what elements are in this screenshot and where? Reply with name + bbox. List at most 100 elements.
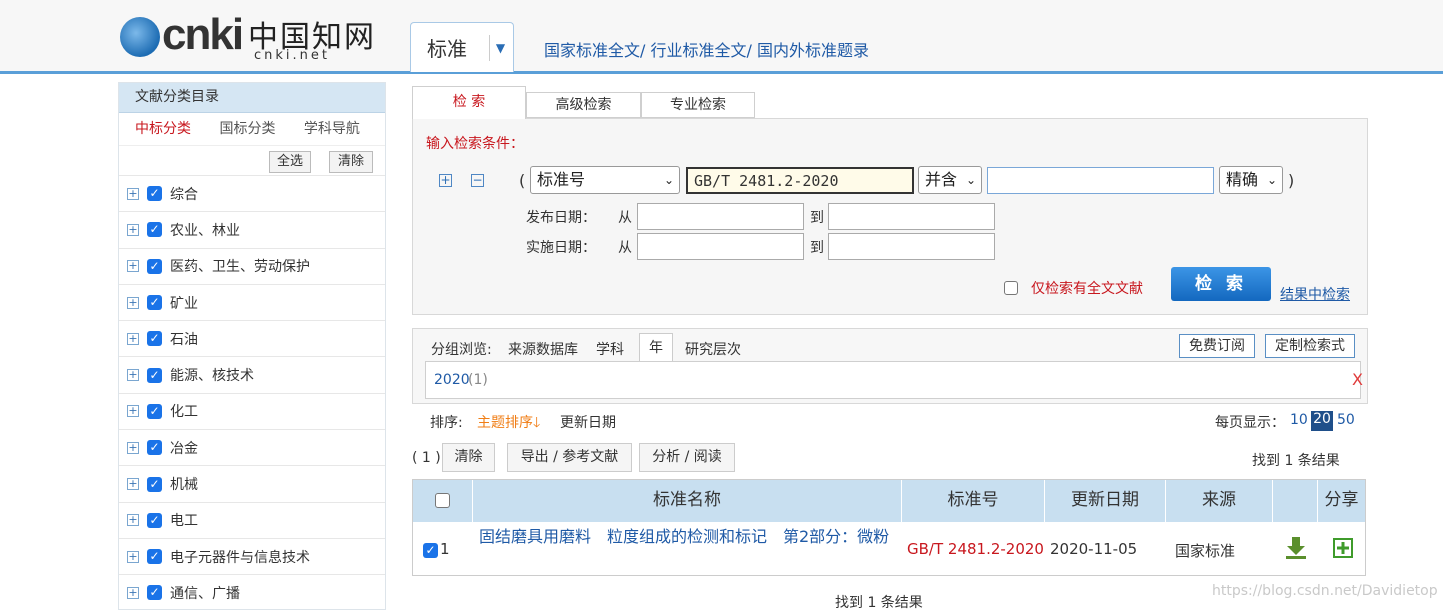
open-paren: ( — [519, 171, 526, 190]
download-icon[interactable] — [1285, 536, 1307, 590]
category-checkbox[interactable]: ✓ — [147, 403, 162, 419]
category-checkbox[interactable]: ✓ — [147, 512, 162, 528]
export-button[interactable]: 导出 / 参考文献 — [507, 443, 632, 472]
tab-zhongbiao[interactable]: 中标分类 — [135, 121, 191, 137]
field-select[interactable]: 标准号 ⌄ — [530, 166, 680, 194]
group-source-db[interactable]: 来源数据库 — [508, 339, 578, 359]
clear-selection-button[interactable]: 清除 — [329, 151, 373, 173]
match-select[interactable]: 精确 ⌄ — [1219, 166, 1283, 194]
category-checkbox[interactable]: ✓ — [147, 186, 162, 202]
impl-date-to-input[interactable] — [828, 233, 995, 260]
row-number: GB/T 2481.2-2020 — [907, 540, 1044, 558]
category-checkbox[interactable]: ✓ — [147, 331, 162, 347]
free-subscribe-button[interactable]: 免费订阅 — [1179, 334, 1255, 358]
category-label: 石油 — [170, 331, 198, 348]
category-item[interactable]: + ✓ 农业、林业 — [119, 211, 385, 247]
selected-count: ( 1 ) — [412, 450, 441, 466]
remove-row-icon[interactable]: − — [471, 174, 484, 187]
add-row-icon[interactable]: + — [439, 174, 452, 187]
cnki-logo[interactable]: cnki 中国知网 cnki.net — [120, 6, 380, 66]
category-item[interactable]: + ✓ 石油 — [119, 320, 385, 356]
logo-text: cnki — [162, 10, 244, 59]
chevron-down-icon: ⌄ — [663, 173, 674, 187]
category-item[interactable]: + ✓ 医药、卫生、劳动保护 — [119, 247, 385, 284]
category-checkbox[interactable]: ✓ — [147, 549, 162, 565]
category-label: 农业、林业 — [170, 222, 240, 239]
category-item[interactable]: + ✓ 能源、核技术 — [119, 356, 385, 392]
expand-icon[interactable]: + — [127, 478, 139, 491]
category-item[interactable]: + ✓ 电子元器件与信息技术 — [119, 537, 385, 574]
category-item[interactable]: + ✓ 化工 — [119, 392, 385, 429]
category-item[interactable]: + ✓ 冶金 — [119, 429, 385, 465]
chevron-down-icon[interactable]: ▼ — [489, 35, 511, 61]
tab-subject-nav[interactable]: 学科导航 — [304, 121, 360, 137]
close-icon[interactable]: X — [1352, 370, 1363, 389]
category-item[interactable]: + ✓ 机械 — [119, 465, 385, 501]
second-keyword-input[interactable] — [987, 167, 1214, 194]
sort-label: 排序: — [430, 415, 463, 431]
fulltext-only-label: 仅检索有全文文献 — [1031, 281, 1143, 297]
analyze-button[interactable]: 分析 / 阅读 — [639, 443, 735, 472]
custom-query-button[interactable]: 定制检索式 — [1265, 334, 1355, 358]
category-label: 综合 — [170, 186, 198, 203]
search-button[interactable]: 检 索 — [1171, 267, 1271, 301]
group-subject[interactable]: 学科 — [596, 339, 624, 359]
tab-advanced-search[interactable]: 高级检索 — [526, 92, 641, 118]
impl-date-label: 实施日期： — [526, 240, 596, 256]
expand-icon[interactable]: + — [127, 332, 139, 345]
expand-icon[interactable]: + — [127, 223, 139, 236]
per-page-10[interactable]: 10 — [1290, 412, 1308, 428]
category-checkbox[interactable]: ✓ — [147, 222, 162, 238]
tab-expert-search[interactable]: 专业检索 — [641, 92, 755, 118]
category-checkbox[interactable]: ✓ — [147, 295, 162, 311]
database-select[interactable]: 标准 ▼ — [410, 22, 514, 72]
category-checkbox[interactable]: ✓ — [147, 367, 162, 383]
search-keyword-input[interactable]: GB/T 2481.2-2020 — [686, 167, 914, 194]
sort-by-date[interactable]: 更新日期 — [560, 412, 616, 432]
impl-to-label: 到 — [810, 240, 824, 256]
tab-guobiao[interactable]: 国标分类 — [219, 121, 275, 137]
category-checkbox[interactable]: ✓ — [147, 440, 162, 456]
category-checkbox[interactable]: ✓ — [147, 258, 162, 274]
category-checkbox[interactable]: ✓ — [147, 476, 162, 492]
year-value[interactable]: 2020 — [434, 372, 470, 388]
per-page-20[interactable]: 20 — [1311, 411, 1333, 431]
row-date: 2020-11-05 — [1050, 540, 1138, 558]
group-label: 分组浏览: — [431, 342, 492, 358]
logic-select[interactable]: 并含 ⌄ — [918, 166, 982, 194]
fulltext-only-checkbox[interactable] — [1004, 281, 1018, 295]
category-label: 冶金 — [170, 440, 198, 457]
sidebar-title: 文献分类目录 — [119, 83, 385, 113]
clear-button[interactable]: 清除 — [442, 443, 495, 472]
per-page-50[interactable]: 50 — [1337, 412, 1355, 428]
row-title-link[interactable]: 固结磨具用磨料 粒度组成的检测和标记 第2部分：微粉 — [479, 526, 894, 580]
search-in-results-link[interactable]: 结果中检索 — [1280, 284, 1350, 304]
expand-icon[interactable]: + — [127, 296, 139, 309]
expand-icon[interactable]: + — [127, 260, 139, 273]
match-select-value: 精确 — [1226, 170, 1259, 189]
group-research-level[interactable]: 研究层次 — [685, 339, 741, 359]
expand-icon[interactable]: + — [127, 187, 139, 200]
group-year[interactable]: 年 — [639, 333, 673, 361]
category-item[interactable]: + ✓ 矿业 — [119, 283, 385, 320]
category-checkbox[interactable]: ✓ — [147, 585, 162, 601]
tab-search[interactable]: 检 索 — [412, 86, 526, 119]
expand-icon[interactable]: + — [127, 514, 139, 527]
select-all-button[interactable]: 全选 — [269, 151, 311, 173]
category-item[interactable]: + ✓ 通信、广播 — [119, 574, 385, 610]
top-links[interactable]: 国家标准全文/ 行业标准全文/ 国内外标准题录 — [544, 37, 869, 61]
expand-icon[interactable]: + — [127, 441, 139, 454]
expand-icon[interactable]: + — [127, 369, 139, 382]
chevron-down-icon: ⌄ — [1266, 173, 1277, 187]
expand-icon[interactable]: + — [127, 550, 139, 563]
impl-date-from-input[interactable] — [637, 233, 804, 260]
row-checkbox[interactable]: ✓ — [423, 543, 438, 558]
pub-date-to-input[interactable] — [828, 203, 995, 230]
pub-date-from-input[interactable] — [637, 203, 804, 230]
category-item[interactable]: + ✓ 电工 — [119, 501, 385, 538]
sort-by-topic[interactable]: 主题排序🡓 — [477, 412, 540, 436]
expand-icon[interactable]: + — [127, 405, 139, 418]
expand-icon[interactable]: + — [127, 586, 139, 599]
select-all-checkbox[interactable] — [435, 493, 450, 508]
category-item[interactable]: + ✓ 综合 — [119, 175, 385, 211]
